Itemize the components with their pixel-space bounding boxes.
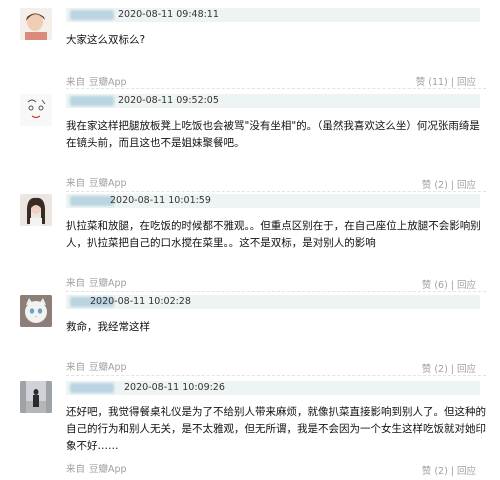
like-button[interactable]: 赞 (11) | 回应 — [416, 74, 476, 88]
like-label: 赞 — [421, 280, 432, 291]
comment-header: 2020-08-11 10:02:28 — [66, 295, 480, 309]
comment-text: 我在家这样把腿放板凳上吃饭也会被骂"没有坐相"的。（虽然我喜欢这么坐）何况张雨绮… — [66, 120, 480, 149]
comment-divider — [66, 88, 486, 89]
like-label: 赞 — [421, 466, 432, 477]
comment-text: 救命，我经常这样 — [66, 321, 150, 333]
comment-source: 来自 豆瓣App — [66, 175, 127, 189]
avatar[interactable] — [20, 194, 52, 226]
username[interactable] — [70, 196, 114, 206]
comment-header: 2020-08-11 10:09:26 — [66, 381, 480, 395]
username[interactable] — [70, 383, 114, 393]
reply-link[interactable]: 回应 — [457, 77, 476, 88]
avatar[interactable] — [20, 8, 52, 40]
avatar[interactable] — [20, 295, 52, 327]
source-app-link[interactable]: 豆瓣App — [89, 362, 127, 373]
comment-source: 来自 豆瓣App — [66, 359, 127, 373]
like-count: (2) — [434, 364, 448, 375]
source-app-link[interactable]: 豆瓣App — [89, 77, 127, 88]
comment-header: 2020-08-11 09:48:11 — [66, 8, 480, 22]
like-count: (2) — [434, 180, 448, 191]
source-app-link[interactable]: 豆瓣App — [89, 178, 127, 189]
source-label: 来自 — [66, 362, 86, 373]
username[interactable] — [70, 96, 114, 106]
like-label: 赞 — [415, 77, 426, 88]
comment-text: 扒拉菜和放腿，在吃饭的时候都不雅观。。但重点区别在于，在自己座位上放腿不会影响别… — [66, 220, 481, 249]
source-label: 来自 — [66, 464, 86, 475]
comment-source: 来自 豆瓣App — [66, 275, 127, 289]
reply-link[interactable]: 回应 — [457, 466, 476, 477]
like-count: (11) — [428, 77, 448, 88]
source-label: 来自 — [66, 178, 86, 189]
like-button[interactable]: 赞 (2) | 回应 — [422, 463, 476, 477]
comment-text: 还好吧，我觉得餐桌礼仪是为了不给别人带来麻烦，就像扒菜直接影响到别人了。但这种的… — [66, 406, 486, 452]
comment-source: 来自 豆瓣App — [66, 74, 127, 88]
source-label: 来自 — [66, 77, 86, 88]
source-app-link[interactable]: 豆瓣App — [89, 464, 127, 475]
comment-timestamp: 2020-08-11 10:09:26 — [124, 382, 225, 393]
like-label: 赞 — [421, 364, 432, 375]
avatar[interactable] — [20, 94, 52, 126]
reply-link[interactable]: 回应 — [457, 364, 476, 375]
comment-timestamp: 2020-08-11 09:48:11 — [118, 9, 219, 20]
like-count: (6) — [434, 280, 448, 291]
like-button[interactable]: 赞 (2) | 回应 — [422, 177, 476, 191]
like-count: (2) — [434, 466, 448, 477]
comment-divider — [66, 191, 486, 192]
username[interactable] — [70, 10, 114, 20]
comment-timestamp: 2020-08-11 10:02:28 — [90, 296, 191, 307]
reply-link[interactable]: 回应 — [457, 280, 476, 291]
comment-source: 来自 豆瓣App — [66, 461, 127, 475]
comment-header: 2020-08-11 10:01:59 — [66, 194, 480, 208]
comment-timestamp: 2020-08-11 09:52:05 — [118, 95, 219, 106]
comment-divider — [66, 375, 486, 376]
comment-timestamp: 2020-08-11 10:01:59 — [110, 195, 211, 206]
like-button[interactable]: 赞 (6) | 回应 — [422, 277, 476, 291]
source-label: 来自 — [66, 278, 86, 289]
source-app-link[interactable]: 豆瓣App — [89, 278, 127, 289]
comment-header: 2020-08-11 09:52:05 — [66, 94, 480, 108]
avatar[interactable] — [20, 381, 52, 413]
comment-text: 大家这么双标么? — [66, 34, 146, 46]
reply-link[interactable]: 回应 — [457, 180, 476, 191]
like-label: 赞 — [421, 180, 432, 191]
comment-divider — [66, 291, 486, 292]
like-button[interactable]: 赞 (2) | 回应 — [422, 361, 476, 375]
